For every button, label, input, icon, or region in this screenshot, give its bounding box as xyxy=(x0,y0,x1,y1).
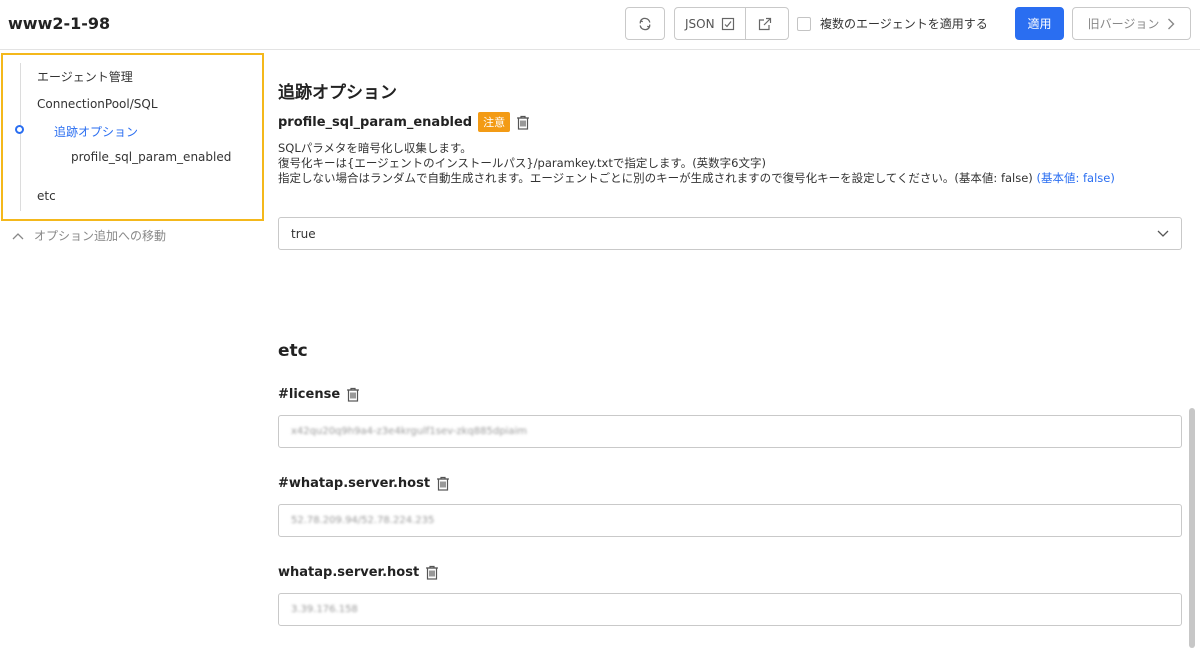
field-name-server-host: whatap.server.host xyxy=(278,565,420,580)
sidebar-item-profile-sql[interactable]: profile_sql_param_enabled xyxy=(71,150,231,164)
field-header-server-host-commented: #whatap.server.host xyxy=(278,476,450,491)
desc-line-3-text: 指定しない場合はランダムで自動生成されます。エージェントごとに別のキーが生成され… xyxy=(278,171,1033,185)
old-version-label: 旧バージョン xyxy=(1087,17,1160,31)
section-title-etc: etc xyxy=(278,341,308,361)
param-header: profile_sql_param_enabled 注意 xyxy=(278,112,530,132)
old-version-button[interactable]: 旧バージョン xyxy=(1072,7,1191,40)
server-host-input[interactable]: 3.39.176.158 xyxy=(278,593,1182,626)
desc-line-1: SQLパラメタを暗号化し収集します。 xyxy=(278,141,472,155)
page-title: www2-1-98 xyxy=(8,14,111,33)
license-value: x42qu20q9h9a4-z3e4krgulf1sev-zkq885dpiai… xyxy=(291,426,527,437)
trash-icon[interactable] xyxy=(425,565,439,580)
json-edit-button[interactable]: JSON xyxy=(675,8,746,39)
sidebar-item-trace-options[interactable]: 追跡オプション xyxy=(54,123,138,140)
license-input[interactable]: x42qu20q9h9a4-z3e4krgulf1sev-zkq885dpiai… xyxy=(278,415,1182,448)
param-name: profile_sql_param_enabled xyxy=(278,114,473,130)
param-description: SQLパラメタを暗号化し収集します。 復号化キーは{エージェントのインストールパ… xyxy=(278,141,1178,186)
field-name-license: #license xyxy=(278,387,341,402)
chevron-down-icon xyxy=(1157,230,1169,237)
active-indicator-icon xyxy=(15,125,24,134)
multi-agent-checkbox[interactable] xyxy=(797,16,811,31)
default-value-link[interactable]: (基本値: false) xyxy=(1036,171,1114,185)
trash-icon[interactable] xyxy=(436,476,450,491)
trash-icon[interactable] xyxy=(346,387,360,402)
external-link-button[interactable] xyxy=(746,8,784,39)
external-link-icon xyxy=(758,17,771,30)
apply-button[interactable]: 適用 xyxy=(1015,7,1064,40)
section-title-trace-options: 追跡オプション xyxy=(278,83,397,103)
desc-line-3: 指定しない場合はランダムで自動生成されます。エージェントごとに別のキーが生成され… xyxy=(278,171,1178,186)
select-value: true xyxy=(291,226,316,241)
caution-badge: 注意 xyxy=(478,112,511,132)
move-to-add-option-link[interactable]: オプション追加への移動 xyxy=(12,227,166,244)
top-bar: www2-1-98 JSON 複数のエージェントを適用する 適用 旧バージョン xyxy=(0,0,1200,50)
sidebar-item-etc[interactable]: etc xyxy=(37,189,56,203)
edit-icon xyxy=(721,17,734,30)
refresh-button[interactable] xyxy=(625,7,665,40)
trash-icon[interactable] xyxy=(516,115,530,130)
server-host-value: 3.39.176.158 xyxy=(291,604,358,615)
json-button-group: JSON xyxy=(674,7,789,40)
param-value-select[interactable]: true xyxy=(278,217,1182,250)
sidebar-tree: エージェント管理 ConnectionPool/SQL 追跡オプション prof… xyxy=(1,53,264,221)
move-link-label: オプション追加への移動 xyxy=(34,229,167,243)
sidebar-item-agent-management[interactable]: エージェント管理 xyxy=(37,68,133,85)
multi-agent-label: 複数のエージェントを適用する xyxy=(820,17,988,31)
server-host-commented-input[interactable]: 52.78.209.94/52.78.224.235 xyxy=(278,504,1182,537)
multi-agent-option[interactable]: 複数のエージェントを適用する xyxy=(797,15,988,32)
chevron-up-icon xyxy=(12,232,24,239)
field-header-server-host: whatap.server.host xyxy=(278,565,439,580)
json-label: JSON xyxy=(685,16,715,31)
chevron-right-icon xyxy=(1168,18,1175,29)
refresh-icon xyxy=(639,17,651,30)
server-host-commented-value: 52.78.209.94/52.78.224.235 xyxy=(291,515,435,526)
tree-line xyxy=(20,63,21,211)
field-name-server-host-commented: #whatap.server.host xyxy=(278,476,431,491)
field-header-license: #license xyxy=(278,387,360,402)
scrollbar[interactable] xyxy=(1189,408,1195,648)
sidebar-item-connectionpool[interactable]: ConnectionPool/SQL xyxy=(37,97,158,111)
desc-line-2: 復号化キーは{エージェントのインストールパス}/paramkey.txtで指定し… xyxy=(278,156,766,170)
